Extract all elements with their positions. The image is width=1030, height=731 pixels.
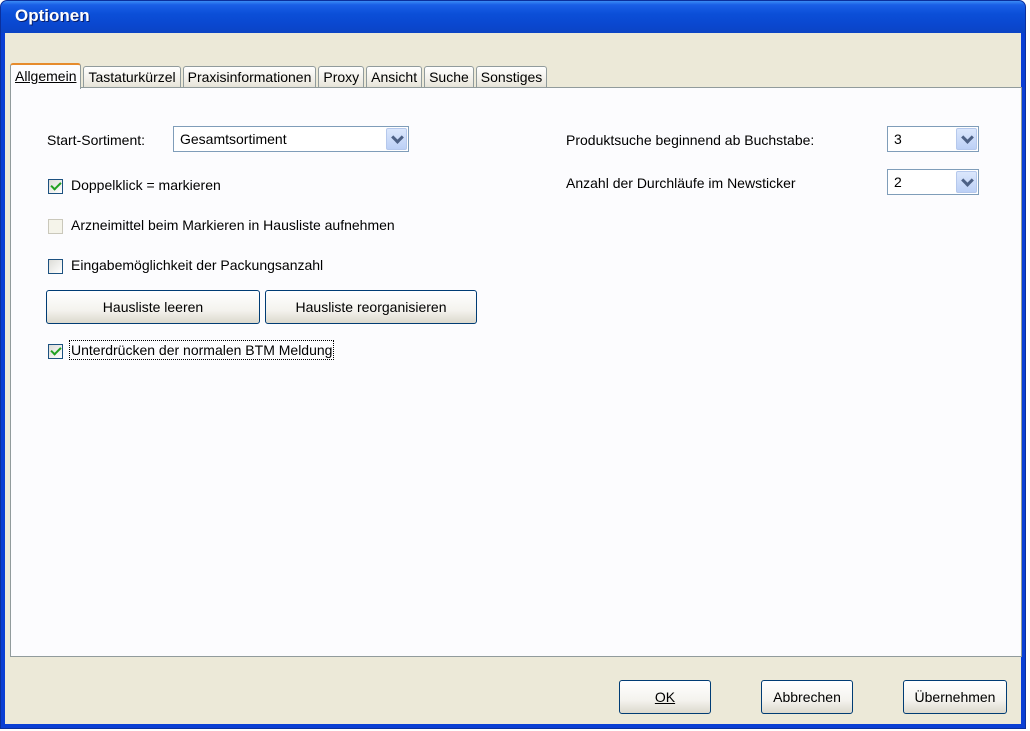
tab-label: Ansicht	[371, 69, 418, 85]
dialog-client-area: Allgemein Tastaturkürzel Praxisinformati…	[5, 33, 1022, 724]
tab-ansicht[interactable]: Ansicht	[366, 66, 423, 88]
chevron-down-icon[interactable]	[956, 128, 977, 150]
add-to-house-list-checkbox[interactable]	[48, 219, 63, 234]
tab-label: Praxisinformationen	[187, 69, 312, 85]
ok-button[interactable]: OK	[619, 680, 711, 714]
reorganize-house-list-button[interactable]: Hausliste reorganisieren	[265, 290, 477, 324]
tab-sonstiges[interactable]: Sonstiges	[475, 66, 548, 88]
product-search-letter-dropdown[interactable]: 3	[887, 126, 979, 152]
tab-praxisinformationen[interactable]: Praxisinformationen	[182, 66, 317, 88]
chevron-down-icon[interactable]	[386, 128, 407, 150]
tab-proxy[interactable]: Proxy	[318, 66, 365, 88]
newsticker-runs-label: Anzahl der Durchläufe im Newsticker	[566, 175, 796, 191]
tab-tastaturkuerzel[interactable]: Tastaturkürzel	[83, 66, 181, 88]
window-title: Optionen	[15, 6, 90, 25]
start-assortment-label: Start-Sortiment:	[47, 132, 146, 148]
start-assortment-dropdown[interactable]: Gesamtsortiment	[173, 126, 409, 152]
start-assortment-value: Gesamtsortiment	[180, 131, 287, 147]
tab-label: Suche	[429, 69, 469, 85]
apply-button-label: Übernehmen	[914, 689, 996, 705]
tab-label: Tastaturkürzel	[88, 69, 176, 85]
title-bar[interactable]: Optionen	[1, 1, 1025, 33]
tab-label: Allgemein	[15, 68, 77, 84]
newsticker-runs-dropdown[interactable]: 2	[887, 169, 979, 195]
tab-label: Proxy	[323, 69, 360, 85]
options-dialog: Optionen Allgemein Tastaturkürzel Praxis…	[0, 0, 1026, 729]
tab-strip: Allgemein Tastaturkürzel Praxisinformati…	[10, 62, 549, 89]
cancel-button[interactable]: Abbrechen	[761, 680, 853, 714]
clear-house-list-button[interactable]: Hausliste leeren	[46, 290, 260, 324]
ok-button-label: OK	[654, 689, 676, 705]
double-click-checkbox[interactable]	[48, 179, 63, 194]
newsticker-runs-value: 2	[894, 174, 902, 190]
product-search-label: Produktsuche beginnend ab Buchstabe:	[566, 132, 815, 148]
chevron-down-icon[interactable]	[956, 171, 977, 193]
tab-label: Sonstiges	[480, 69, 543, 85]
product-search-value: 3	[894, 131, 902, 147]
tab-suche[interactable]: Suche	[424, 66, 474, 88]
tab-allgemein[interactable]: Allgemein	[10, 63, 82, 89]
tab-panel-allgemein: Start-Sortiment: Gesamtsortiment Doppelk…	[10, 87, 1022, 657]
double-click-label: Doppelklick = markieren	[71, 177, 221, 193]
pack-count-label: Eingabemöglichkeit der Packungsanzahl	[71, 257, 324, 273]
suppress-btm-checkbox[interactable]	[48, 344, 63, 359]
suppress-btm-label: Unterdrücken der normalen BTM Meldung	[68, 340, 335, 360]
cancel-button-label: Abbrechen	[773, 689, 841, 705]
add-to-house-list-label: Arzneimittel beim Markieren in Hausliste…	[71, 217, 395, 233]
pack-count-checkbox[interactable]	[48, 259, 63, 274]
apply-button[interactable]: Übernehmen	[903, 680, 1007, 714]
